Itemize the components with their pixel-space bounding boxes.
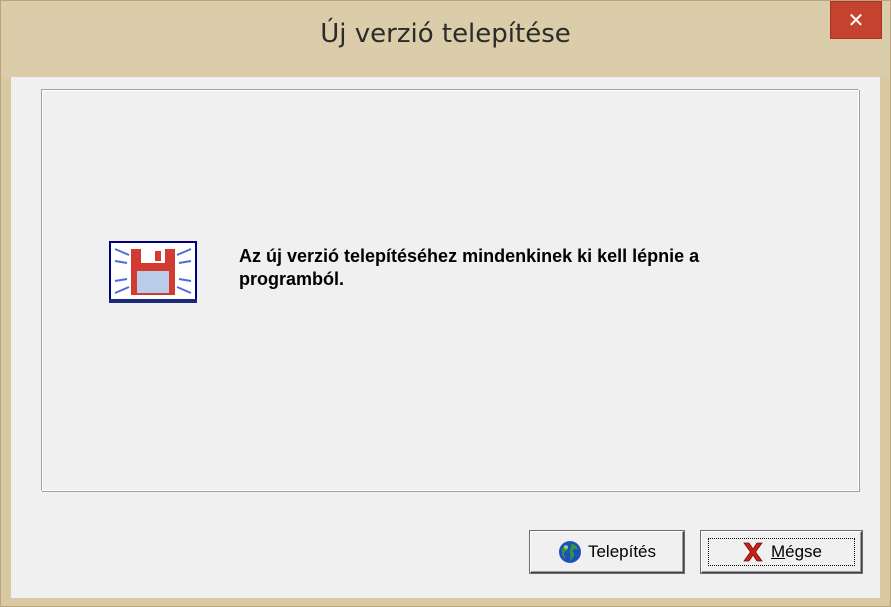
message-text: Az új verzió telepítéséhez mindenkinek k… <box>239 246 700 289</box>
title-bar[interactable]: Új verzió telepítése ✕ <box>1 1 890 77</box>
window-title: Új verzió telepítése <box>320 19 571 49</box>
floppy-disk-icon <box>109 241 197 303</box>
install-button-label: Telepítés <box>587 542 657 561</box>
close-icon: ✕ <box>847 8 865 32</box>
message-panel: Az új verzió telepítéséhez mindenkinek k… <box>41 89 859 491</box>
globe-icon <box>558 541 581 563</box>
dialog-window: Új verzió telepítése ✕ Az új verzió tele… <box>0 0 891 607</box>
close-button[interactable]: ✕ <box>830 1 882 39</box>
red-x-icon <box>743 542 763 562</box>
install-button[interactable]: Telepítés <box>530 531 684 573</box>
cancel-button[interactable]: Mégse <box>701 531 862 573</box>
cancel-button-label: Mégse <box>770 542 823 561</box>
dialog-client-area: Az új verzió telepítéséhez mindenkinek k… <box>11 77 880 598</box>
